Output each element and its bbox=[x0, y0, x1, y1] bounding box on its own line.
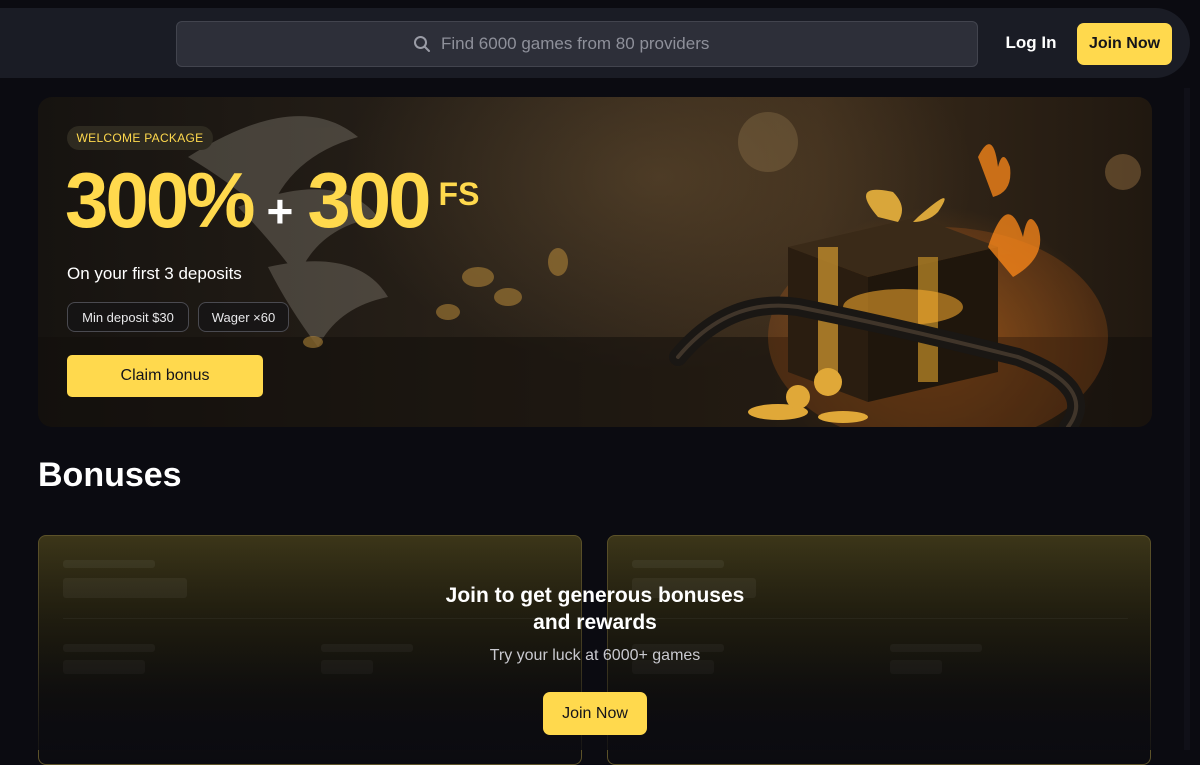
free-spins-count: 300 bbox=[307, 156, 431, 244]
bonus-subtitle: On your first 3 deposits bbox=[67, 264, 242, 283]
bonus-amount: 300% + 300 FS bbox=[65, 155, 479, 245]
login-button[interactable]: Log In bbox=[1000, 30, 1062, 56]
welcome-banner[interactable]: WELCOME PACKAGE 300% + 300 FS On your fi… bbox=[38, 97, 1152, 427]
section-title: Bonuses bbox=[38, 456, 182, 494]
join-cta-title-line: and rewards bbox=[533, 611, 657, 634]
join-cta-title: Join to get generous bonuses and rewards bbox=[395, 582, 795, 636]
join-now-cta-button[interactable]: Join Now bbox=[543, 692, 647, 735]
min-deposit-pill: Min deposit $30 bbox=[67, 302, 189, 332]
search-input[interactable] bbox=[441, 34, 741, 54]
claim-bonus-button[interactable]: Claim bonus bbox=[67, 355, 263, 397]
bonus-percent: 300% bbox=[65, 156, 255, 244]
join-now-button[interactable]: Join Now bbox=[1077, 23, 1172, 65]
welcome-package-badge: WELCOME PACKAGE bbox=[67, 126, 213, 150]
search-icon bbox=[413, 35, 431, 53]
search-bar[interactable] bbox=[176, 21, 978, 67]
free-spins-unit: FS bbox=[438, 176, 480, 212]
scrollbar-track[interactable] bbox=[1184, 88, 1190, 750]
wager-pill: Wager ×60 bbox=[198, 302, 289, 332]
join-cta-subtitle: Try your luck at 6000+ games bbox=[489, 647, 701, 664]
plus-sign: + bbox=[266, 185, 294, 237]
join-cta-title-line: Join to get generous bonuses bbox=[445, 584, 745, 607]
top-bar: Log In Join Now bbox=[0, 0, 1200, 80]
